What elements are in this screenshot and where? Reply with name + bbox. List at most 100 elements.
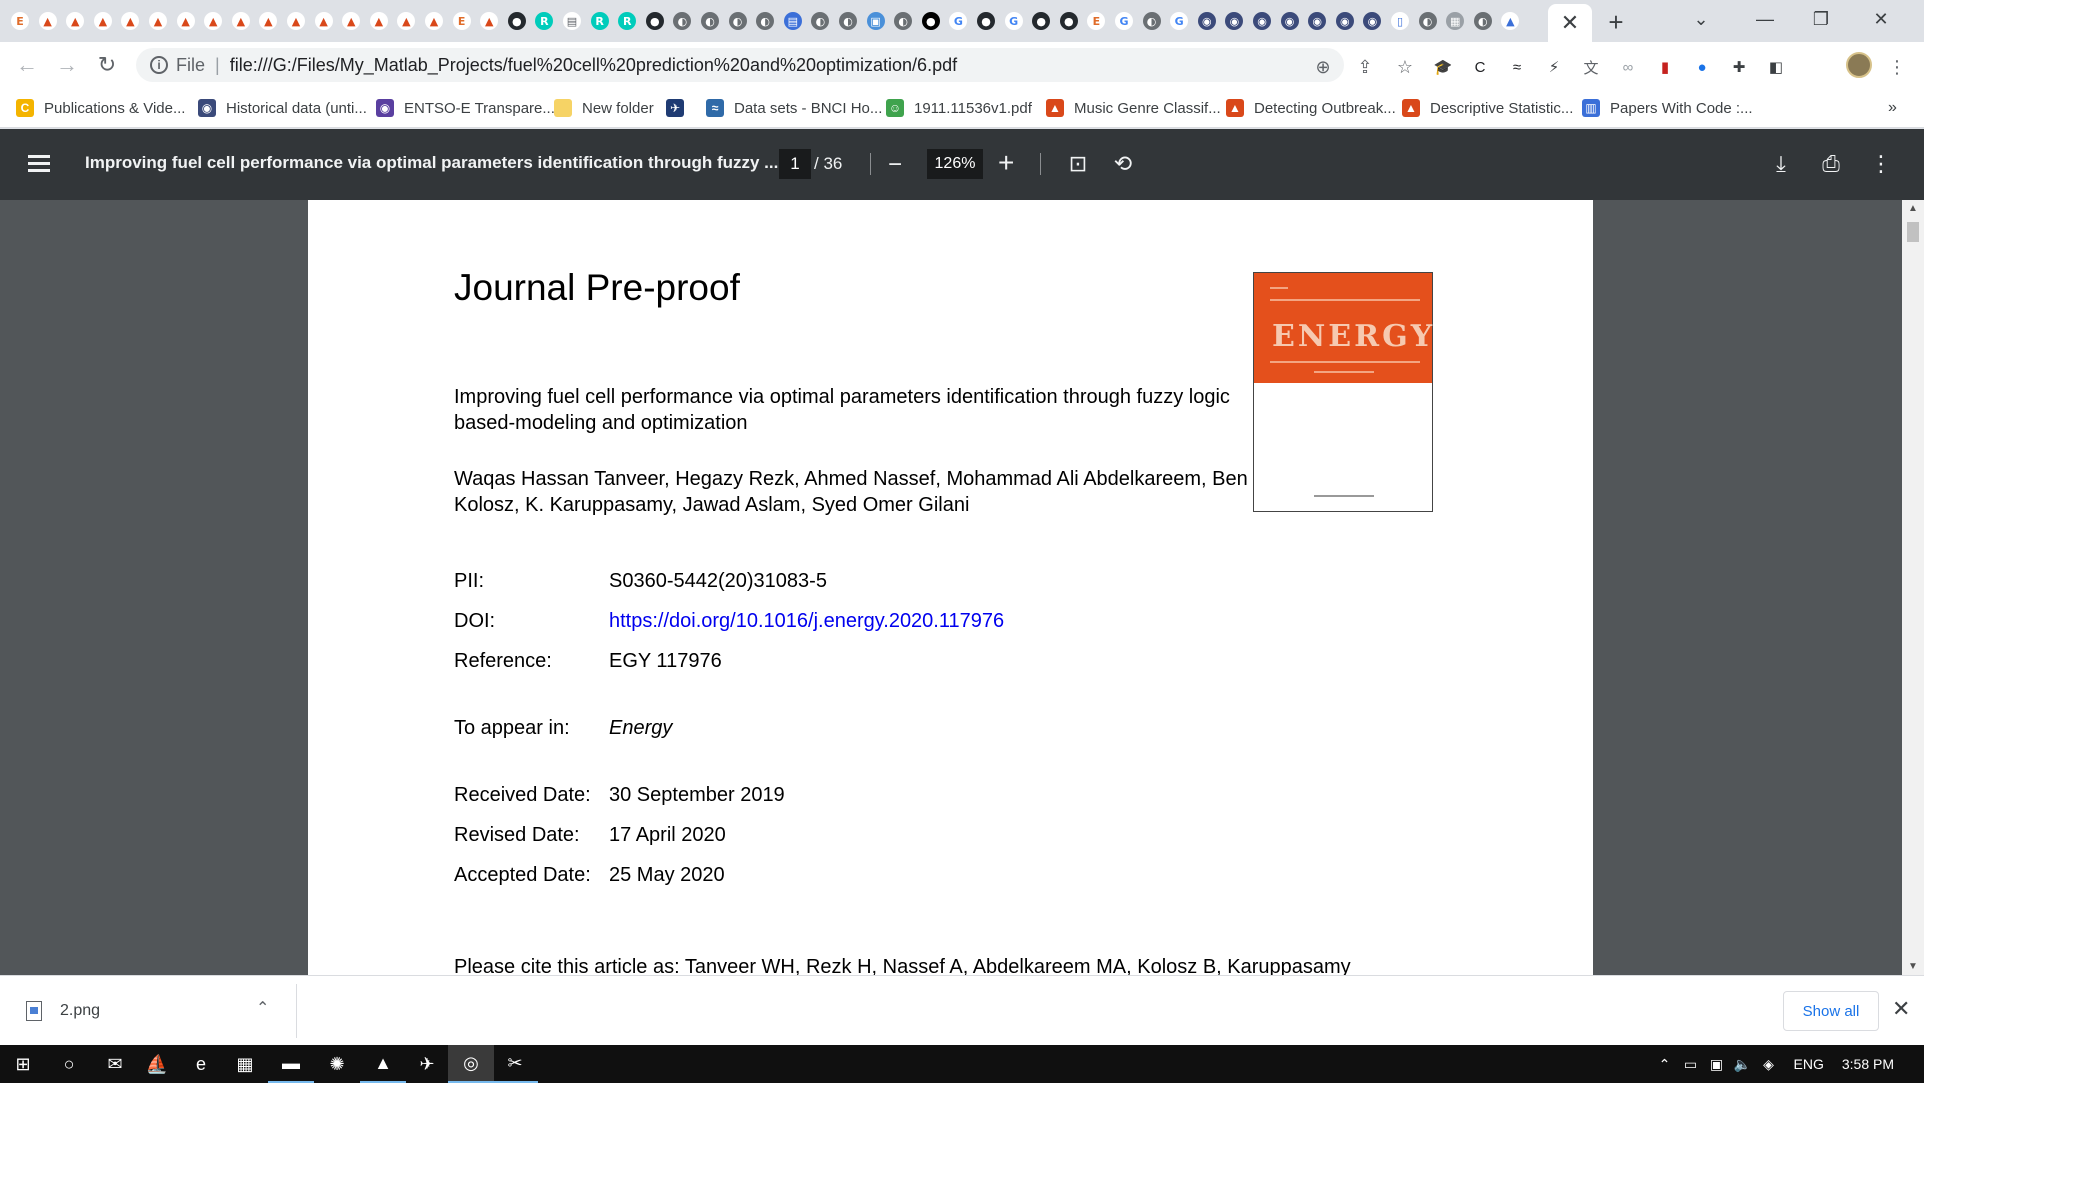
network-icon[interactable]: ▣ <box>1704 1056 1730 1073</box>
pinned-tab[interactable]: R <box>615 7 639 35</box>
pinned-tab[interactable]: ◐ <box>1471 7 1495 35</box>
show-all-downloads-button[interactable]: Show all <box>1783 991 1879 1031</box>
download-item[interactable]: 2.png <box>26 998 100 1024</box>
puzzle-icon[interactable]: ✚ <box>1728 56 1750 78</box>
address-bar[interactable]: i File | file:///G:/Files/My_Matlab_Proj… <box>136 48 1344 82</box>
restore-button[interactable]: ❐ <box>1792 0 1850 38</box>
pinned-tab[interactable]: ◉ <box>1278 7 1302 35</box>
mail-icon[interactable]: ✉ <box>92 1045 138 1083</box>
download-options-chevron-icon[interactable]: ⌃ <box>256 998 269 1018</box>
pinned-tab[interactable]: ▲ <box>477 7 501 35</box>
link-icon[interactable]: ∞ <box>1617 56 1639 78</box>
pinned-tab[interactable]: ▲ <box>63 7 87 35</box>
pinned-tab[interactable]: ◉ <box>1250 7 1274 35</box>
vertical-scrollbar[interactable]: ▲ ▼ <box>1902 200 1924 975</box>
pinned-tab[interactable]: ◉ <box>1222 7 1246 35</box>
scroll-down-arrow[interactable]: ▼ <box>1908 961 1918 972</box>
site-info-icon[interactable]: i <box>150 56 168 74</box>
pinned-tab[interactable]: ▲ <box>36 7 60 35</box>
pinned-tab[interactable]: ▲ <box>118 7 142 35</box>
pinned-tab[interactable]: ▲ <box>91 7 115 35</box>
pinned-tab[interactable]: ◉ <box>1360 7 1384 35</box>
close-window-button[interactable]: ✕ <box>1852 0 1910 38</box>
pinned-tab[interactable]: ▣ <box>864 7 888 35</box>
scroll-up-arrow[interactable]: ▲ <box>1908 203 1918 214</box>
pinned-tab[interactable]: E <box>8 7 32 35</box>
pinned-tab[interactable]: ▦ <box>1443 7 1467 35</box>
pinned-tab[interactable]: ▲ <box>256 7 280 35</box>
minimize-button[interactable]: — <box>1736 0 1794 38</box>
bookmarks-overflow-button[interactable]: » <box>1888 96 1897 120</box>
bookmark-item[interactable]: ▲ Detecting Outbreak... <box>1226 96 1396 120</box>
pinned-tab[interactable]: E <box>1084 7 1108 35</box>
snipping-tool-icon[interactable]: ✂ <box>492 1045 538 1083</box>
pinned-tab[interactable]: ● <box>1057 7 1081 35</box>
zoom-icon[interactable]: ⊕ <box>1312 56 1334 78</box>
sphere-icon[interactable]: ● <box>1691 56 1713 78</box>
system-clock[interactable]: 3:58 PM <box>1842 1056 1894 1072</box>
rotate-icon[interactable]: ⟲ <box>1108 149 1138 179</box>
tray-overflow-chevron-icon[interactable]: ⌃ <box>1652 1056 1678 1073</box>
pinned-tab[interactable]: ◐ <box>836 7 860 35</box>
browser-menu-icon[interactable]: ⋮ <box>1886 56 1908 78</box>
pinned-tab[interactable]: ◉ <box>1195 7 1219 35</box>
zoom-level-input[interactable]: 126% <box>927 149 983 179</box>
forward-button[interactable]: → <box>52 50 82 80</box>
windows-start-icon[interactable]: ⊞ <box>0 1045 46 1083</box>
download-file-name[interactable]: 2.png <box>60 1002 100 1020</box>
bookmark-item[interactable]: ◉ ENTSO-E Transpare... <box>376 96 555 120</box>
dropbox-icon[interactable]: ◈ <box>1756 1056 1782 1073</box>
translate-icon[interactable]: 文 <box>1580 56 1602 78</box>
fit-page-icon[interactable]: ⊡ <box>1063 149 1093 179</box>
pinned-tab[interactable]: ● <box>643 7 667 35</box>
extension-wave-icon[interactable]: ≈ <box>1506 56 1528 78</box>
pinned-tab[interactable]: R <box>588 7 612 35</box>
print-icon[interactable]: ⎙ <box>1816 149 1846 179</box>
chrome-icon[interactable]: ◎ <box>448 1045 494 1083</box>
pinned-tab[interactable]: ▲ <box>229 7 253 35</box>
bookmark-item[interactable]: ◉ Historical data (unti... <box>198 96 367 120</box>
bookmark-item[interactable]: New folder <box>554 96 654 120</box>
pdf-canvas[interactable]: Journal Pre-proof Improving fuel cell pe… <box>0 200 1924 975</box>
reload-button[interactable]: ↻ <box>92 50 122 80</box>
image-viewer-icon[interactable]: ▦ <box>222 1045 268 1083</box>
pinned-tab[interactable]: G <box>1002 7 1026 35</box>
pinned-tab[interactable]: ◐ <box>753 7 777 35</box>
extension-red-icon[interactable]: ▮ <box>1654 56 1676 78</box>
pinned-tab[interactable]: ▤ <box>781 7 805 35</box>
pinned-tab[interactable]: R <box>532 7 556 35</box>
lightning-icon[interactable]: ⚡ <box>1543 56 1565 78</box>
pinned-tab[interactable]: ▯ <box>1388 7 1412 35</box>
pdf-more-icon[interactable]: ⋮ <box>1866 149 1896 179</box>
pinned-tab[interactable]: G <box>1112 7 1136 35</box>
download-icon[interactable]: ⤓ <box>1766 149 1796 179</box>
volume-icon[interactable]: 🔈 <box>1730 1056 1756 1073</box>
ship-icon[interactable]: ⛵ <box>134 1045 180 1083</box>
input-language[interactable]: ENG <box>1794 1056 1824 1072</box>
tab-search-button[interactable]: ⌄ <box>1672 0 1730 38</box>
scroll-thumb[interactable] <box>1907 222 1919 242</box>
page-number-input[interactable]: 1 <box>779 149 811 179</box>
bookmark-item[interactable]: ☺ 1911.11536v1.pdf <box>886 96 1032 120</box>
graduation-cap-icon[interactable]: 🎓 <box>1432 56 1454 78</box>
bookmark-item[interactable]: ✈ <box>666 96 694 120</box>
close-tab-icon[interactable]: ✕ <box>1561 10 1579 36</box>
pinned-tab[interactable]: ▲ <box>422 7 446 35</box>
bookmark-item[interactable]: ▲ Music Genre Classif... <box>1046 96 1221 120</box>
share-icon[interactable]: ⇪ <box>1354 56 1376 78</box>
pinned-tab[interactable]: ● <box>974 7 998 35</box>
pinned-tab[interactable]: ▲ <box>1498 7 1522 35</box>
pinned-tab[interactable]: ▤ <box>560 7 584 35</box>
back-button[interactable]: ← <box>12 50 42 80</box>
cortana-search-icon[interactable]: ○ <box>46 1045 92 1083</box>
pinned-tab[interactable]: G <box>946 7 970 35</box>
pinned-tab[interactable]: ▲ <box>367 7 391 35</box>
pinned-tab[interactable]: ▲ <box>339 7 363 35</box>
zoom-in-button[interactable]: + <box>998 147 1014 179</box>
doi-link[interactable]: https://doi.org/10.1016/j.energy.2020.11… <box>609 610 1004 633</box>
bookmark-star-icon[interactable]: ☆ <box>1394 56 1416 78</box>
profile-avatar[interactable] <box>1846 52 1872 78</box>
pinned-tab[interactable]: ◐ <box>698 7 722 35</box>
pinned-tab[interactable]: ◐ <box>670 7 694 35</box>
edge-icon[interactable]: e <box>178 1045 224 1083</box>
